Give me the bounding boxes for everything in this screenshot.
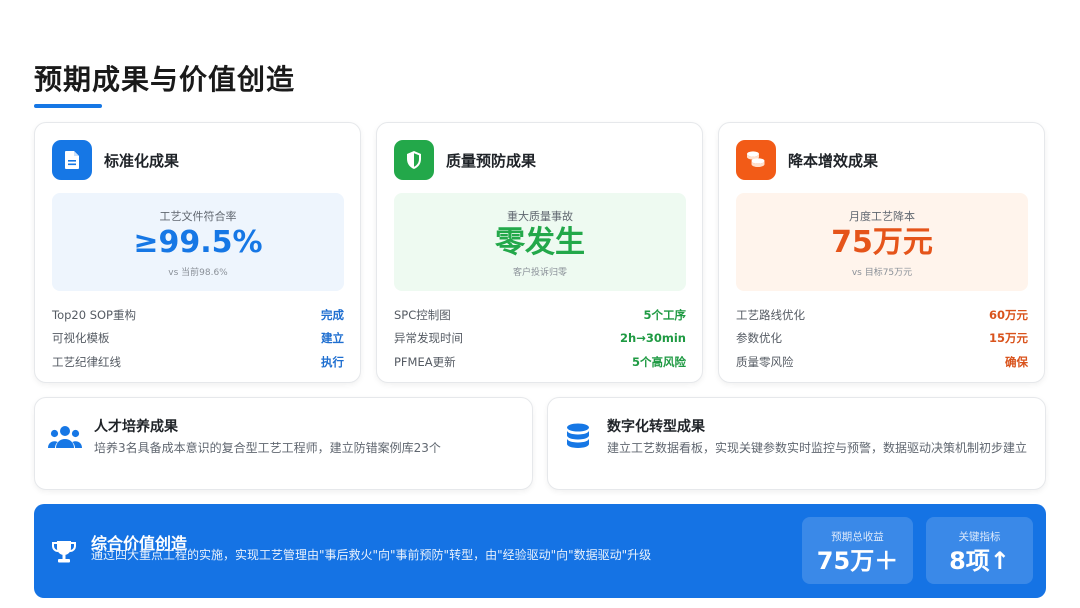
card-description: 培养3名具备成本意识的复合型工艺工程师，建立防错案例库23个: [94, 441, 441, 455]
metric-label: 重大质量事故: [507, 210, 573, 223]
title-underline: [34, 104, 102, 108]
database-icon: [561, 422, 595, 452]
stat-value: 8项↑: [949, 547, 1010, 575]
list-item: Top20 SOP重构 完成: [52, 307, 344, 322]
list-item: 参数优化 15万元: [736, 331, 1028, 346]
card-standardization: 标准化成果 工艺文件符合率 ≥99.5% vs 当前98.6% Top20 SO…: [34, 122, 361, 383]
metric-panel: 重大质量事故 零发生 客户投诉归零: [394, 193, 686, 291]
list-item: 工艺纪律红线 执行: [52, 354, 344, 369]
card-quality-prevention: 质量预防成果 重大质量事故 零发生 客户投诉归零 SPC控制图 5个工序 异常发…: [376, 122, 703, 383]
card-description: 建立工艺数据看板，实现关键参数实时监控与预警，数据驱动决策机制初步建立: [607, 441, 1028, 455]
card-title: 数字化转型成果: [607, 419, 705, 435]
stat-label: 关键指标: [958, 531, 1001, 543]
list-item: 工艺路线优化 60万元: [736, 307, 1028, 322]
metric-panel: 工艺文件符合率 ≥99.5% vs 当前98.6%: [52, 193, 344, 291]
metric-panel: 月度工艺降本 75万元 vs 目标75万元: [736, 193, 1028, 291]
metric-value: 75万元: [831, 225, 933, 260]
page: 预期成果与价值创造 标准化成果 工艺文件符合率 ≥99.5% vs 当前98.6…: [0, 0, 1080, 608]
card-cost-reduction: 降本增效成果 月度工艺降本 75万元 vs 目标75万元 工艺路线优化 60万元…: [718, 122, 1045, 383]
metric-sub: vs 当前98.6%: [168, 268, 228, 278]
stat-expected-revenue: 预期总收益 75万＋: [802, 517, 913, 584]
list-item: PFMEA更新 5个高风险: [394, 354, 686, 369]
card-talent-development: 人才培养成果 培养3名具备成本意识的复合型工艺工程师，建立防错案例库23个: [34, 397, 533, 490]
metric-sub: 客户投诉归零: [512, 268, 567, 278]
list-item: 异常发现时间 2h→30min: [394, 331, 686, 346]
metric-value: 零发生: [495, 225, 585, 260]
card-title: 人才培养成果: [94, 419, 178, 435]
page-title: 预期成果与价值创造: [34, 63, 296, 96]
metric-value: ≥99.5%: [133, 225, 263, 260]
stat-value: 75万＋: [816, 547, 899, 575]
card-title: 标准化成果: [104, 151, 180, 170]
card-title: 质量预防成果: [446, 151, 537, 170]
list-item: SPC控制图 5个工序: [394, 307, 686, 322]
card-title: 降本增效成果: [788, 151, 879, 170]
document-icon: [52, 140, 92, 180]
metric-sub: vs 目标75万元: [851, 268, 913, 278]
value-summary-banner: 综合价值创造 通过四大重点工程的实施，实现工艺管理由"事后救火"向"事前预防"转…: [34, 504, 1046, 598]
stat-label: 预期总收益: [831, 531, 884, 543]
trophy-icon: [50, 538, 78, 566]
metric-label: 月度工艺降本: [849, 210, 915, 223]
card-digital-transformation: 数字化转型成果 建立工艺数据看板，实现关键参数实时监控与预警，数据驱动决策机制初…: [547, 397, 1046, 490]
stat-key-indicators: 关键指标 8项↑: [926, 517, 1033, 584]
list-item: 质量零风险 确保: [736, 354, 1028, 369]
list-item: 可视化模板 建立: [52, 331, 344, 346]
users-icon: [48, 422, 82, 452]
coins-icon: [736, 140, 776, 180]
banner-description: 通过四大重点工程的实施，实现工艺管理由"事后救火"向"事前预防"转型，由"经验驱…: [91, 548, 652, 562]
metric-label: 工艺文件符合率: [159, 210, 237, 223]
shield-check-icon: [394, 140, 434, 180]
